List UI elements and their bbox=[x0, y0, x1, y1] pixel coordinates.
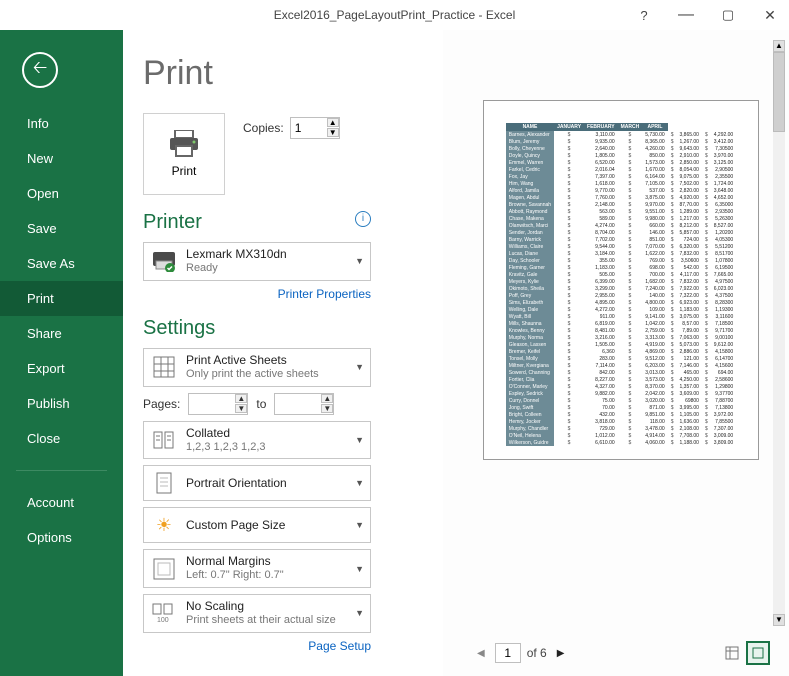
collate-primary: Collated bbox=[186, 426, 364, 441]
copies-spin-up[interactable]: ▲ bbox=[327, 118, 339, 127]
next-page-button[interactable]: ▶ bbox=[553, 648, 569, 659]
print-button[interactable]: Print bbox=[143, 113, 225, 195]
printer-status: Ready bbox=[186, 262, 364, 276]
chevron-down-icon: ▼ bbox=[355, 362, 364, 372]
info-icon[interactable]: i bbox=[355, 211, 371, 227]
print-scope-secondary: Only print the active sheets bbox=[186, 368, 364, 382]
margins-icon bbox=[150, 557, 178, 581]
pages-from-up[interactable]: ▲ bbox=[235, 394, 247, 403]
prev-page-button[interactable]: ◀ bbox=[473, 648, 489, 659]
sidebar-item-account[interactable]: Account bbox=[0, 485, 123, 520]
arrow-left-icon: 🡠 bbox=[33, 55, 48, 85]
collate-secondary: 1,2,3 1,2,3 1,2,3 bbox=[186, 441, 364, 455]
maximize-icon[interactable]: ▢ bbox=[715, 7, 741, 23]
chevron-down-icon: ▼ bbox=[355, 478, 364, 488]
backstage-sidebar: 🡠 InfoNewOpenSaveSave AsPrintShareExport… bbox=[0, 30, 123, 676]
back-button[interactable]: 🡠 bbox=[22, 52, 58, 88]
preview-scrollbar[interactable]: ▲ ▼ bbox=[773, 40, 785, 626]
copies-spin-down[interactable]: ▼ bbox=[327, 128, 339, 137]
sidebar-item-publish[interactable]: Publish bbox=[0, 386, 123, 421]
chevron-down-icon: ▼ bbox=[355, 256, 364, 266]
chevron-down-icon: ▼ bbox=[355, 435, 364, 445]
page-preview: NAMEJANUARYFEBRUARYMARCHAPRILBarnes, Ale… bbox=[483, 100, 759, 460]
pages-to-down[interactable]: ▼ bbox=[321, 404, 333, 413]
settings-heading: Settings bbox=[143, 317, 371, 340]
close-icon[interactable]: ✕ bbox=[757, 7, 783, 24]
margins-primary: Normal Margins bbox=[186, 554, 364, 569]
pages-to-up[interactable]: ▲ bbox=[321, 394, 333, 403]
pages-from-down[interactable]: ▼ bbox=[235, 404, 247, 413]
sidebar-item-print[interactable]: Print bbox=[0, 281, 123, 316]
scaling-icon: 100 bbox=[150, 602, 178, 624]
sidebar-item-open[interactable]: Open bbox=[0, 176, 123, 211]
titlebar: Excel2016_PageLayoutPrint_Practice - Exc… bbox=[0, 0, 789, 30]
margins-selector[interactable]: Normal Margins Left: 0.7" Right: 0.7" ▼ bbox=[143, 549, 371, 588]
sidebar-item-info[interactable]: Info bbox=[0, 106, 123, 141]
sidebar-item-save[interactable]: Save bbox=[0, 211, 123, 246]
sidebar-item-save-as[interactable]: Save As bbox=[0, 246, 123, 281]
printer-name: Lexmark MX310dn bbox=[186, 247, 364, 262]
paper-primary: Custom Page Size bbox=[186, 518, 364, 533]
portrait-icon bbox=[150, 471, 178, 495]
margins-secondary: Left: 0.7" Right: 0.7" bbox=[186, 569, 364, 583]
scroll-thumb[interactable] bbox=[773, 52, 785, 132]
print-settings-pane: Print Print Copies: ▲ ▼ bbox=[123, 30, 443, 676]
orientation-primary: Portrait Orientation bbox=[186, 476, 364, 491]
printer-heading: Printer bbox=[143, 211, 202, 234]
pages-label: Pages: bbox=[143, 397, 180, 411]
page-setup-link[interactable]: Page Setup bbox=[143, 639, 371, 653]
print-scope-selector[interactable]: Print Active Sheets Only print the activ… bbox=[143, 348, 371, 387]
sidebar-item-close[interactable]: Close bbox=[0, 421, 123, 456]
printer-properties-link[interactable]: Printer Properties bbox=[143, 287, 371, 301]
sidebar-item-options[interactable]: Options bbox=[0, 520, 123, 555]
sun-icon: ☀ bbox=[150, 515, 178, 536]
copies-label: Copies: bbox=[243, 121, 284, 135]
printer-icon bbox=[167, 130, 201, 158]
scaling-secondary: Print sheets at their actual size bbox=[186, 614, 364, 628]
paper-size-selector[interactable]: ☀ Custom Page Size ▼ bbox=[143, 507, 371, 543]
chevron-down-icon: ▼ bbox=[355, 608, 364, 618]
window-title: Excel2016_PageLayoutPrint_Practice - Exc… bbox=[274, 8, 515, 22]
page-number-input[interactable] bbox=[495, 643, 521, 663]
print-preview-pane: NAMEJANUARYFEBRUARYMARCHAPRILBarnes, Ale… bbox=[443, 30, 789, 676]
pages-to-label: to bbox=[256, 397, 266, 411]
scroll-up-icon[interactable]: ▲ bbox=[773, 40, 785, 52]
page-count-label: of 6 bbox=[527, 646, 547, 660]
sidebar-item-share[interactable]: Share bbox=[0, 316, 123, 351]
scroll-down-icon[interactable]: ▼ bbox=[773, 614, 785, 626]
chevron-down-icon: ▼ bbox=[355, 564, 364, 574]
show-margins-button[interactable] bbox=[721, 642, 743, 664]
printer-device-icon bbox=[150, 250, 178, 272]
print-button-label: Print bbox=[172, 164, 197, 178]
scaling-primary: No Scaling bbox=[186, 599, 364, 614]
sidebar-item-export[interactable]: Export bbox=[0, 351, 123, 386]
zoom-to-page-button[interactable] bbox=[747, 642, 769, 664]
chevron-down-icon: ▼ bbox=[355, 520, 364, 530]
sheets-icon bbox=[150, 355, 178, 379]
minimize-icon[interactable]: — bbox=[673, 6, 699, 24]
help-icon[interactable]: ? bbox=[631, 8, 657, 23]
scaling-selector[interactable]: 100 No Scaling Print sheets at their act… bbox=[143, 594, 371, 633]
collate-selector[interactable]: Collated 1,2,3 1,2,3 1,2,3 ▼ bbox=[143, 421, 371, 460]
printer-selector[interactable]: Lexmark MX310dn Ready ▼ bbox=[143, 242, 371, 281]
svg-text:100: 100 bbox=[157, 617, 169, 624]
page-title: Print bbox=[143, 54, 443, 93]
collate-icon bbox=[150, 429, 178, 451]
orientation-selector[interactable]: Portrait Orientation ▼ bbox=[143, 465, 371, 501]
sidebar-item-new[interactable]: New bbox=[0, 141, 123, 176]
print-scope-primary: Print Active Sheets bbox=[186, 353, 364, 368]
